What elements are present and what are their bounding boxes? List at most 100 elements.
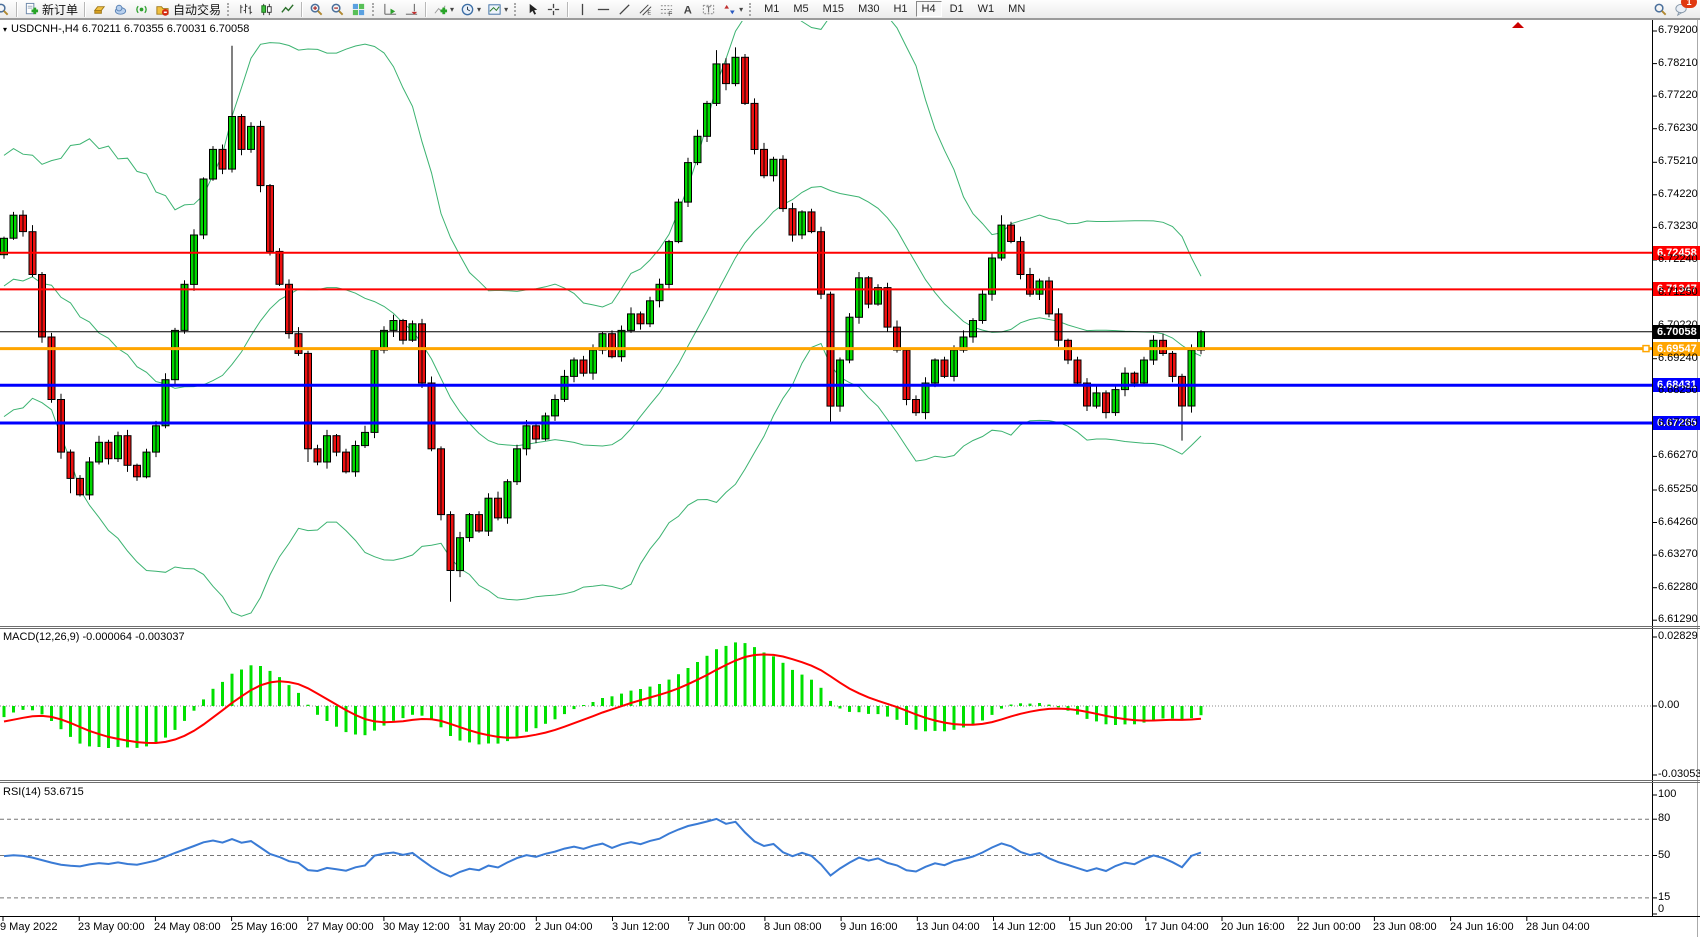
- templates-button[interactable]: ▾: [485, 1, 510, 18]
- chart-shift-marker[interactable]: [1512, 22, 1524, 28]
- svg-text:T: T: [706, 4, 711, 14]
- symbol-ohlc-title: USDCNH-,H4 6.70211 6.70355 6.70031 6.700…: [11, 23, 249, 35]
- gold-box-icon: [92, 2, 107, 17]
- chevron-down-icon: ▾: [739, 5, 743, 14]
- history-center-button[interactable]: [90, 1, 109, 18]
- timeframe-m15-button[interactable]: M15: [817, 1, 850, 17]
- search-button[interactable]: [1651, 1, 1670, 18]
- toolbar: 新订单 自动交易 ▾ ▾ ▾ E F A T ▾ M1M5M15M30H1H4D1W1MN 1: [0, 0, 1700, 19]
- notification-badge: 1: [1681, 0, 1697, 8]
- candlesticks: [1, 57, 1205, 570]
- chevron-down-icon: ▾: [504, 5, 508, 14]
- chart-canvas[interactable]: [0, 0, 1700, 937]
- magnifier-icon: [1653, 2, 1668, 17]
- web-terminal-button[interactable]: [111, 1, 130, 18]
- clock-icon: [460, 2, 475, 17]
- timeframe-w1-button[interactable]: W1: [972, 1, 1001, 17]
- svg-text:E: E: [647, 10, 651, 16]
- chat-button[interactable]: 1: [1672, 1, 1691, 18]
- toolbar-right-group: 1: [1650, 1, 1692, 18]
- chevron-down-icon: ▾: [477, 5, 481, 14]
- magnifier-icon: [0, 2, 10, 17]
- cursor-icon: [525, 2, 540, 17]
- timeframe-m1-button[interactable]: M1: [758, 1, 785, 17]
- equidistant-channel-button[interactable]: E: [636, 1, 655, 18]
- channel-icon: E: [638, 2, 653, 17]
- line-chart-button[interactable]: [278, 1, 297, 18]
- toolbar-grip[interactable]: [227, 3, 231, 16]
- text-a-icon: A: [680, 2, 695, 17]
- tile-windows-button[interactable]: [349, 1, 368, 18]
- zoom-out-button[interactable]: [328, 1, 347, 18]
- text-button[interactable]: A: [678, 1, 697, 18]
- svg-text:F: F: [668, 11, 672, 17]
- timeframe-h4-button[interactable]: H4: [916, 1, 942, 17]
- toolbar-separator: [301, 2, 303, 17]
- bars-icon: [238, 2, 253, 17]
- tile-icon: [351, 2, 366, 17]
- timeframe-mn-button[interactable]: MN: [1002, 1, 1031, 17]
- timeframe-d1-button[interactable]: D1: [944, 1, 970, 17]
- crosshair-icon: [546, 2, 561, 17]
- macd-histogram: [4, 642, 1201, 748]
- toolbar-separator: [567, 2, 569, 17]
- tline-icon: [617, 2, 632, 17]
- zoom-in-button[interactable]: [307, 1, 326, 18]
- toolbar-separator: [425, 2, 427, 17]
- rsi-indicator-label: RSI(14) 53.6715: [3, 786, 84, 798]
- mt4-window: 新订单 自动交易 ▾ ▾ ▾ E F A T ▾ M1M5M15M30H1H4D1W1MN 1 ▾ US…: [0, 0, 1700, 937]
- auto-scroll-button[interactable]: [381, 1, 400, 18]
- autotrade-icon: [155, 2, 170, 17]
- crosshair-button[interactable]: [544, 1, 563, 18]
- arrows-icon: [722, 2, 737, 17]
- indicators-button[interactable]: ▾: [431, 1, 456, 18]
- text-label-icon: T: [701, 2, 716, 17]
- svg-text:A: A: [684, 4, 692, 16]
- indicator-add-icon: [433, 2, 448, 17]
- toolbar-grip[interactable]: [514, 3, 518, 16]
- hline-icon: [596, 2, 611, 17]
- chartshift-icon: [404, 2, 419, 17]
- new-order-button-label: 新订单: [42, 1, 78, 18]
- toolbar-separator: [84, 2, 86, 17]
- template-icon: [487, 2, 502, 17]
- vline-icon: [575, 2, 590, 17]
- candlestick-chart-button[interactable]: [257, 1, 276, 18]
- toolbar-grip[interactable]: [749, 3, 753, 16]
- timeframe-m5-button[interactable]: M5: [787, 1, 814, 17]
- autoscroll-icon: [383, 2, 398, 17]
- toolbar-grip[interactable]: [372, 3, 376, 16]
- new-order-button[interactable]: 新订单: [22, 1, 80, 18]
- cursor-button[interactable]: [523, 1, 542, 18]
- chart-shift-button[interactable]: [402, 1, 421, 18]
- arrows-button[interactable]: ▾: [720, 1, 745, 18]
- chevron-down-icon: ▾: [450, 5, 454, 14]
- zoom-in-icon: [309, 2, 324, 17]
- fibonacci-button[interactable]: F: [657, 1, 676, 18]
- autotrading-button[interactable]: 自动交易: [153, 1, 223, 18]
- vertical-line-button[interactable]: [573, 1, 592, 18]
- periods-button[interactable]: ▾: [458, 1, 483, 18]
- expand-arrow-icon[interactable]: ▾: [3, 25, 7, 34]
- linechart-icon: [280, 2, 295, 17]
- signal-icon: [134, 2, 149, 17]
- doc-plus-icon: [24, 2, 39, 17]
- autotrading-button-label: 自动交易: [173, 1, 221, 18]
- signals-button[interactable]: [132, 1, 151, 18]
- cloud-icon: [113, 2, 128, 17]
- rsi-line: [4, 819, 1201, 877]
- search-left-button[interactable]: [0, 1, 12, 18]
- bar-chart-button[interactable]: [236, 1, 255, 18]
- fibo-icon: F: [659, 2, 674, 17]
- text-label-button[interactable]: T: [699, 1, 718, 18]
- toolbar-separator: [16, 2, 18, 17]
- macd-indicator-label: MACD(12,26,9) -0.000064 -0.003037: [3, 631, 185, 643]
- trendline-button[interactable]: [615, 1, 634, 18]
- horizontal-lines: [0, 253, 1652, 423]
- candles-icon: [259, 2, 274, 17]
- horizontal-line-button[interactable]: [594, 1, 613, 18]
- chart-title: ▾ USDCNH-,H4 6.70211 6.70355 6.70031 6.70…: [3, 23, 249, 35]
- timeframe-m30-button[interactable]: M30: [852, 1, 885, 17]
- timeframe-h1-button[interactable]: H1: [887, 1, 913, 17]
- zoom-out-icon: [330, 2, 345, 17]
